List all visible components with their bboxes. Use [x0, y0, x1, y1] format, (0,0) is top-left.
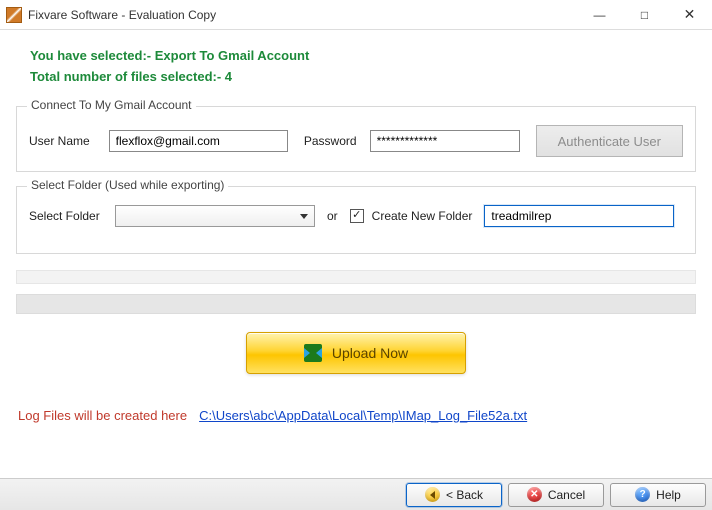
connect-gmail-group: Connect To My Gmail Account User Name Pa…: [16, 106, 696, 172]
create-folder-label: Create New Folder: [372, 209, 473, 223]
maximize-button[interactable]: □: [622, 0, 667, 30]
select-folder-group: Select Folder (Used while exporting) Sel…: [16, 186, 696, 254]
select-folder-label: Select Folder: [29, 209, 107, 223]
username-label: User Name: [29, 134, 101, 148]
selected-export-line: You have selected:- Export To Gmail Acco…: [30, 48, 696, 63]
select-folder-dropdown[interactable]: [115, 205, 315, 227]
or-label: or: [327, 209, 338, 223]
authenticate-button[interactable]: Authenticate User: [536, 125, 683, 157]
footer-bar: < Back ✕ Cancel ? Help: [0, 478, 712, 510]
cancel-button[interactable]: ✕ Cancel: [508, 483, 604, 507]
file-count-line: Total number of files selected:- 4: [30, 69, 696, 84]
upload-icon: [304, 344, 322, 362]
create-folder-checkbox[interactable]: [350, 209, 364, 223]
app-icon: [6, 7, 22, 23]
window-title: Fixvare Software - Evaluation Copy: [28, 8, 216, 22]
password-input[interactable]: [370, 130, 520, 152]
log-prefix: Log Files will be created here: [18, 408, 187, 423]
log-path-link[interactable]: C:\Users\abc\AppData\Local\Temp\IMap_Log…: [199, 408, 527, 423]
upload-button-label: Upload Now: [332, 345, 408, 361]
content-area: You have selected:- Export To Gmail Acco…: [0, 30, 712, 478]
progress-large: [16, 294, 696, 314]
password-label: Password: [304, 134, 362, 148]
connect-legend: Connect To My Gmail Account: [27, 98, 196, 112]
progress-small: [16, 270, 696, 284]
cancel-icon: ✕: [527, 487, 542, 502]
close-button[interactable]: ✕: [667, 0, 712, 30]
new-folder-input[interactable]: [484, 205, 674, 227]
upload-now-button[interactable]: Upload Now: [246, 332, 466, 374]
back-button-label: < Back: [446, 488, 483, 502]
back-button[interactable]: < Back: [406, 483, 502, 507]
back-arrow-icon: [425, 487, 440, 502]
help-icon: ?: [635, 487, 650, 502]
title-bar: Fixvare Software - Evaluation Copy — □ ✕: [0, 0, 712, 30]
username-input[interactable]: [109, 130, 288, 152]
cancel-button-label: Cancel: [548, 488, 585, 502]
log-info-line: Log Files will be created here C:\Users\…: [16, 408, 696, 423]
help-button-label: Help: [656, 488, 681, 502]
chevron-down-icon: [300, 214, 308, 219]
minimize-button[interactable]: —: [577, 0, 622, 30]
help-button[interactable]: ? Help: [610, 483, 706, 507]
select-folder-legend: Select Folder (Used while exporting): [27, 178, 228, 192]
